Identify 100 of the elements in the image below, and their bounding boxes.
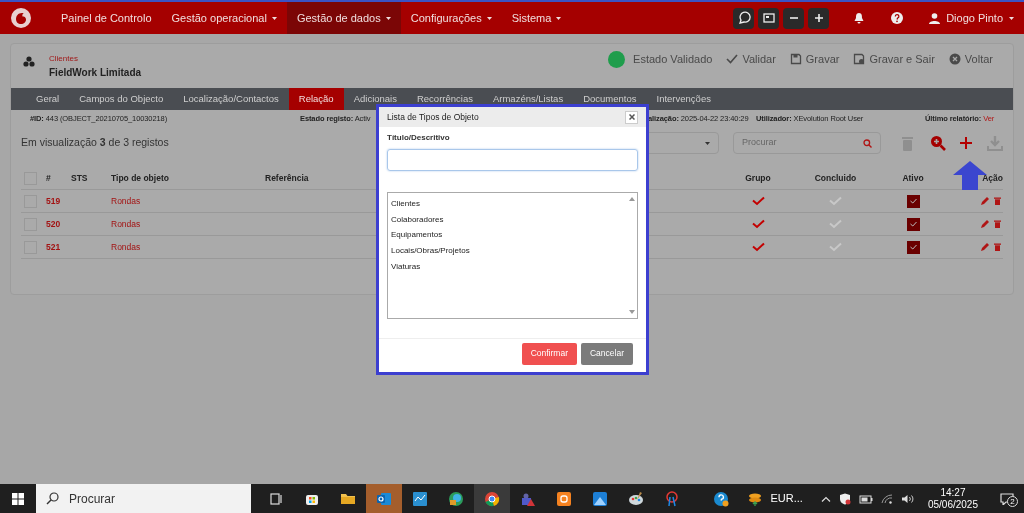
nav-menu-item[interactable]: Gestão de dados	[286, 2, 401, 34]
nav-menu-item[interactable]: Configurações	[400, 2, 502, 34]
list-option[interactable]: Locais/Obras/Projetos	[391, 243, 627, 259]
status-text: Estado Validado	[633, 51, 713, 67]
nav-menu-item[interactable]: Gestão operacional	[161, 2, 287, 34]
notification-badge: 2	[1007, 495, 1018, 507]
tab[interactable]: Localização/Contactos	[173, 88, 289, 110]
toolbar-button[interactable]: Validar	[726, 50, 776, 68]
scroll-up-icon[interactable]	[629, 197, 635, 201]
pencil-icon[interactable]	[981, 197, 989, 205]
check-icon	[909, 244, 917, 250]
plus-icon[interactable]	[959, 136, 973, 150]
column-header: Ação	[981, 172, 1003, 185]
checkbox[interactable]	[906, 217, 920, 231]
checkbox[interactable]	[906, 240, 920, 254]
zoom-out-button[interactable]	[783, 7, 805, 29]
notification-button[interactable]: 2	[1000, 489, 1018, 508]
shield-icon[interactable]	[838, 492, 851, 505]
tab[interactable]: Adicionais	[343, 88, 407, 110]
clock-time: 14:27	[940, 486, 966, 499]
list-option[interactable]: Clientes	[391, 196, 627, 212]
user-icon	[929, 12, 941, 24]
wifi-icon[interactable]	[880, 493, 893, 504]
nav-menu-item[interactable]: Sistema	[501, 2, 572, 34]
tab[interactable]: Recorrências	[406, 88, 483, 110]
trash-icon[interactable]	[994, 197, 1001, 205]
search-icon	[863, 138, 872, 148]
caret-icon	[1009, 16, 1014, 20]
close-icon	[948, 53, 961, 65]
check-icon	[909, 198, 917, 204]
toolbar-button[interactable]: Gravar e Sair	[853, 50, 935, 68]
pencil-icon[interactable]	[981, 220, 989, 228]
browser-icon[interactable]	[448, 490, 464, 507]
column-header: Grupo	[744, 172, 772, 185]
close-button[interactable]	[625, 110, 638, 124]
tray-label: EUR...	[770, 491, 803, 507]
caret-icon	[486, 16, 492, 20]
checkbox[interactable]	[906, 194, 920, 208]
chat-button[interactable]	[733, 7, 755, 29]
cancel-button[interactable]: Cancelar	[580, 342, 633, 365]
toolbar-button[interactable]: Voltar	[948, 50, 993, 68]
table-cell-text: Rondas	[111, 240, 142, 254]
table-cell-text: 521	[46, 240, 62, 254]
tab[interactable]: Armazéns/Listas	[482, 88, 574, 110]
snipping-icon[interactable]	[664, 490, 680, 507]
caret-icon	[705, 141, 710, 145]
pencil-icon[interactable]	[981, 243, 989, 251]
chevron-up-icon[interactable]	[820, 495, 831, 502]
taskbar-search[interactable]: Procurar	[36, 484, 251, 513]
table-cell-text: 520	[46, 217, 62, 231]
tab[interactable]: Geral	[26, 88, 70, 110]
speaker-icon[interactable]	[900, 493, 914, 504]
save-icon	[853, 53, 866, 65]
caret-icon	[271, 16, 277, 20]
tab[interactable]: Intervenções	[646, 88, 721, 110]
chrome-icon[interactable]	[484, 490, 500, 507]
title-input[interactable]	[387, 149, 638, 171]
chat-icon	[736, 11, 751, 25]
card-button[interactable]	[758, 7, 780, 29]
toolbar-button[interactable]: Gravar	[789, 50, 840, 68]
help-icon[interactable]	[891, 12, 904, 24]
list-option[interactable]: Viaturas	[391, 258, 627, 275]
tab[interactable]: Campos do Objecto	[69, 88, 174, 110]
chart-app-icon[interactable]	[412, 490, 428, 507]
trash-icon[interactable]	[994, 220, 1001, 228]
battery-icon[interactable]	[858, 493, 873, 504]
save-icon	[789, 53, 802, 65]
photos-icon[interactable]	[592, 490, 608, 507]
column-header: #	[46, 172, 52, 185]
mail-app-icon[interactable]	[376, 490, 392, 507]
clock-date: 05/06/2025	[927, 498, 978, 511]
xampp-icon[interactable]	[556, 490, 572, 507]
check-icon	[726, 53, 739, 65]
tab[interactable]: Relação	[288, 88, 344, 110]
caret-icon	[385, 16, 391, 20]
table-cell-text: 519	[46, 194, 62, 208]
close-icon	[628, 114, 635, 120]
windows-icon[interactable]	[12, 492, 24, 505]
field-label: Título/Descritivo	[387, 132, 451, 144]
trash-icon[interactable]	[994, 243, 1001, 251]
bell-icon[interactable]	[853, 12, 866, 24]
logo-icon[interactable]	[11, 8, 31, 28]
column-header: STS	[71, 172, 89, 185]
nav-menu-item[interactable]: Painel de Controlo	[51, 2, 162, 34]
column-header: Referência	[265, 172, 310, 185]
list-option[interactable]: Equipamentos	[391, 227, 627, 244]
list-option[interactable]: Colaboradores	[391, 211, 627, 228]
tab[interactable]: Documentos	[573, 88, 647, 110]
zoom-in-icon[interactable]	[930, 135, 946, 151]
zoom-in-button[interactable]	[808, 7, 830, 29]
paint-icon[interactable]	[628, 490, 644, 507]
check-icon	[909, 221, 917, 227]
confirm-button[interactable]: Confirmar	[521, 342, 577, 365]
modal-title: Lista de Tipos de Objeto	[387, 110, 479, 124]
user-menu[interactable]: Diogo Pinto	[929, 9, 1014, 27]
help-icon[interactable]	[712, 490, 729, 507]
id-card-icon	[761, 11, 776, 25]
option-listbox[interactable]: Clientes Colaboradores Equipamentos Locais/Obras/Projetos Viaturas	[387, 192, 638, 319]
scroll-down-icon[interactable]	[629, 310, 635, 314]
task-view-icon[interactable]	[268, 490, 284, 507]
